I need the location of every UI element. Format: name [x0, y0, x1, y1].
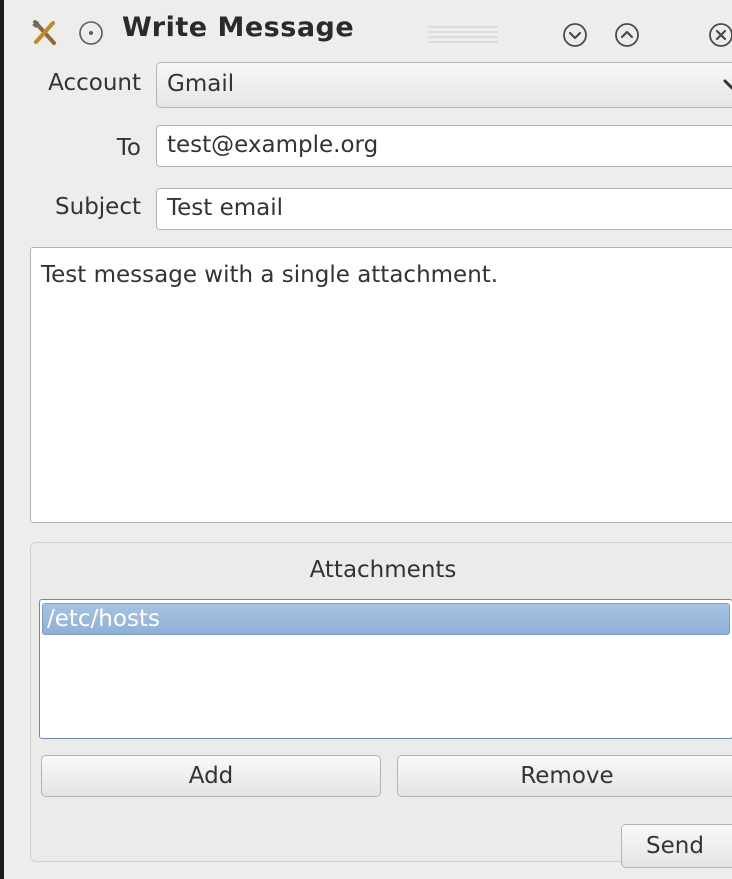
chevron-down-circle-icon[interactable]: [561, 21, 589, 49]
close-circle-icon[interactable]: [707, 21, 732, 49]
remove-attachment-button[interactable]: Remove: [397, 755, 732, 797]
attachments-title: Attachments: [309, 557, 457, 583]
attachments-list[interactable]: /etc/hosts: [39, 599, 732, 739]
add-attachment-button[interactable]: Add: [41, 755, 381, 797]
to-field[interactable]: test@example.org: [156, 125, 732, 167]
send-button[interactable]: Send: [621, 824, 732, 868]
account-value: Gmail: [167, 71, 235, 97]
attachments-group: Attachments /etc/hosts Add Remove: [30, 542, 732, 862]
subject-field[interactable]: Test email: [156, 188, 732, 230]
message-text: Test message with a single attachment.: [41, 262, 499, 288]
tools-icon[interactable]: [30, 19, 58, 47]
subject-value: Test email: [167, 195, 284, 221]
to-label: To: [116, 135, 141, 161]
chevron-up-circle-icon[interactable]: [613, 21, 641, 49]
to-value: test@example.org: [167, 132, 379, 158]
compose-window: Write Message Account Gmail To test@exam…: [0, 0, 732, 879]
account-select[interactable]: Gmail: [156, 62, 732, 108]
title-bar[interactable]: Write Message: [4, 0, 732, 58]
message-body-textarea[interactable]: Test message with a single attachment.: [30, 247, 732, 523]
account-label: Account: [48, 70, 141, 96]
subject-label: Subject: [55, 194, 141, 220]
title-grip-icon: [428, 26, 498, 43]
attachment-item[interactable]: /etc/hosts: [42, 603, 730, 635]
window-title: Write Message: [122, 12, 355, 43]
chevron-down-icon: [723, 79, 732, 90]
attachment-item-label: /etc/hosts: [47, 606, 160, 632]
sticky-icon[interactable]: [77, 19, 105, 47]
